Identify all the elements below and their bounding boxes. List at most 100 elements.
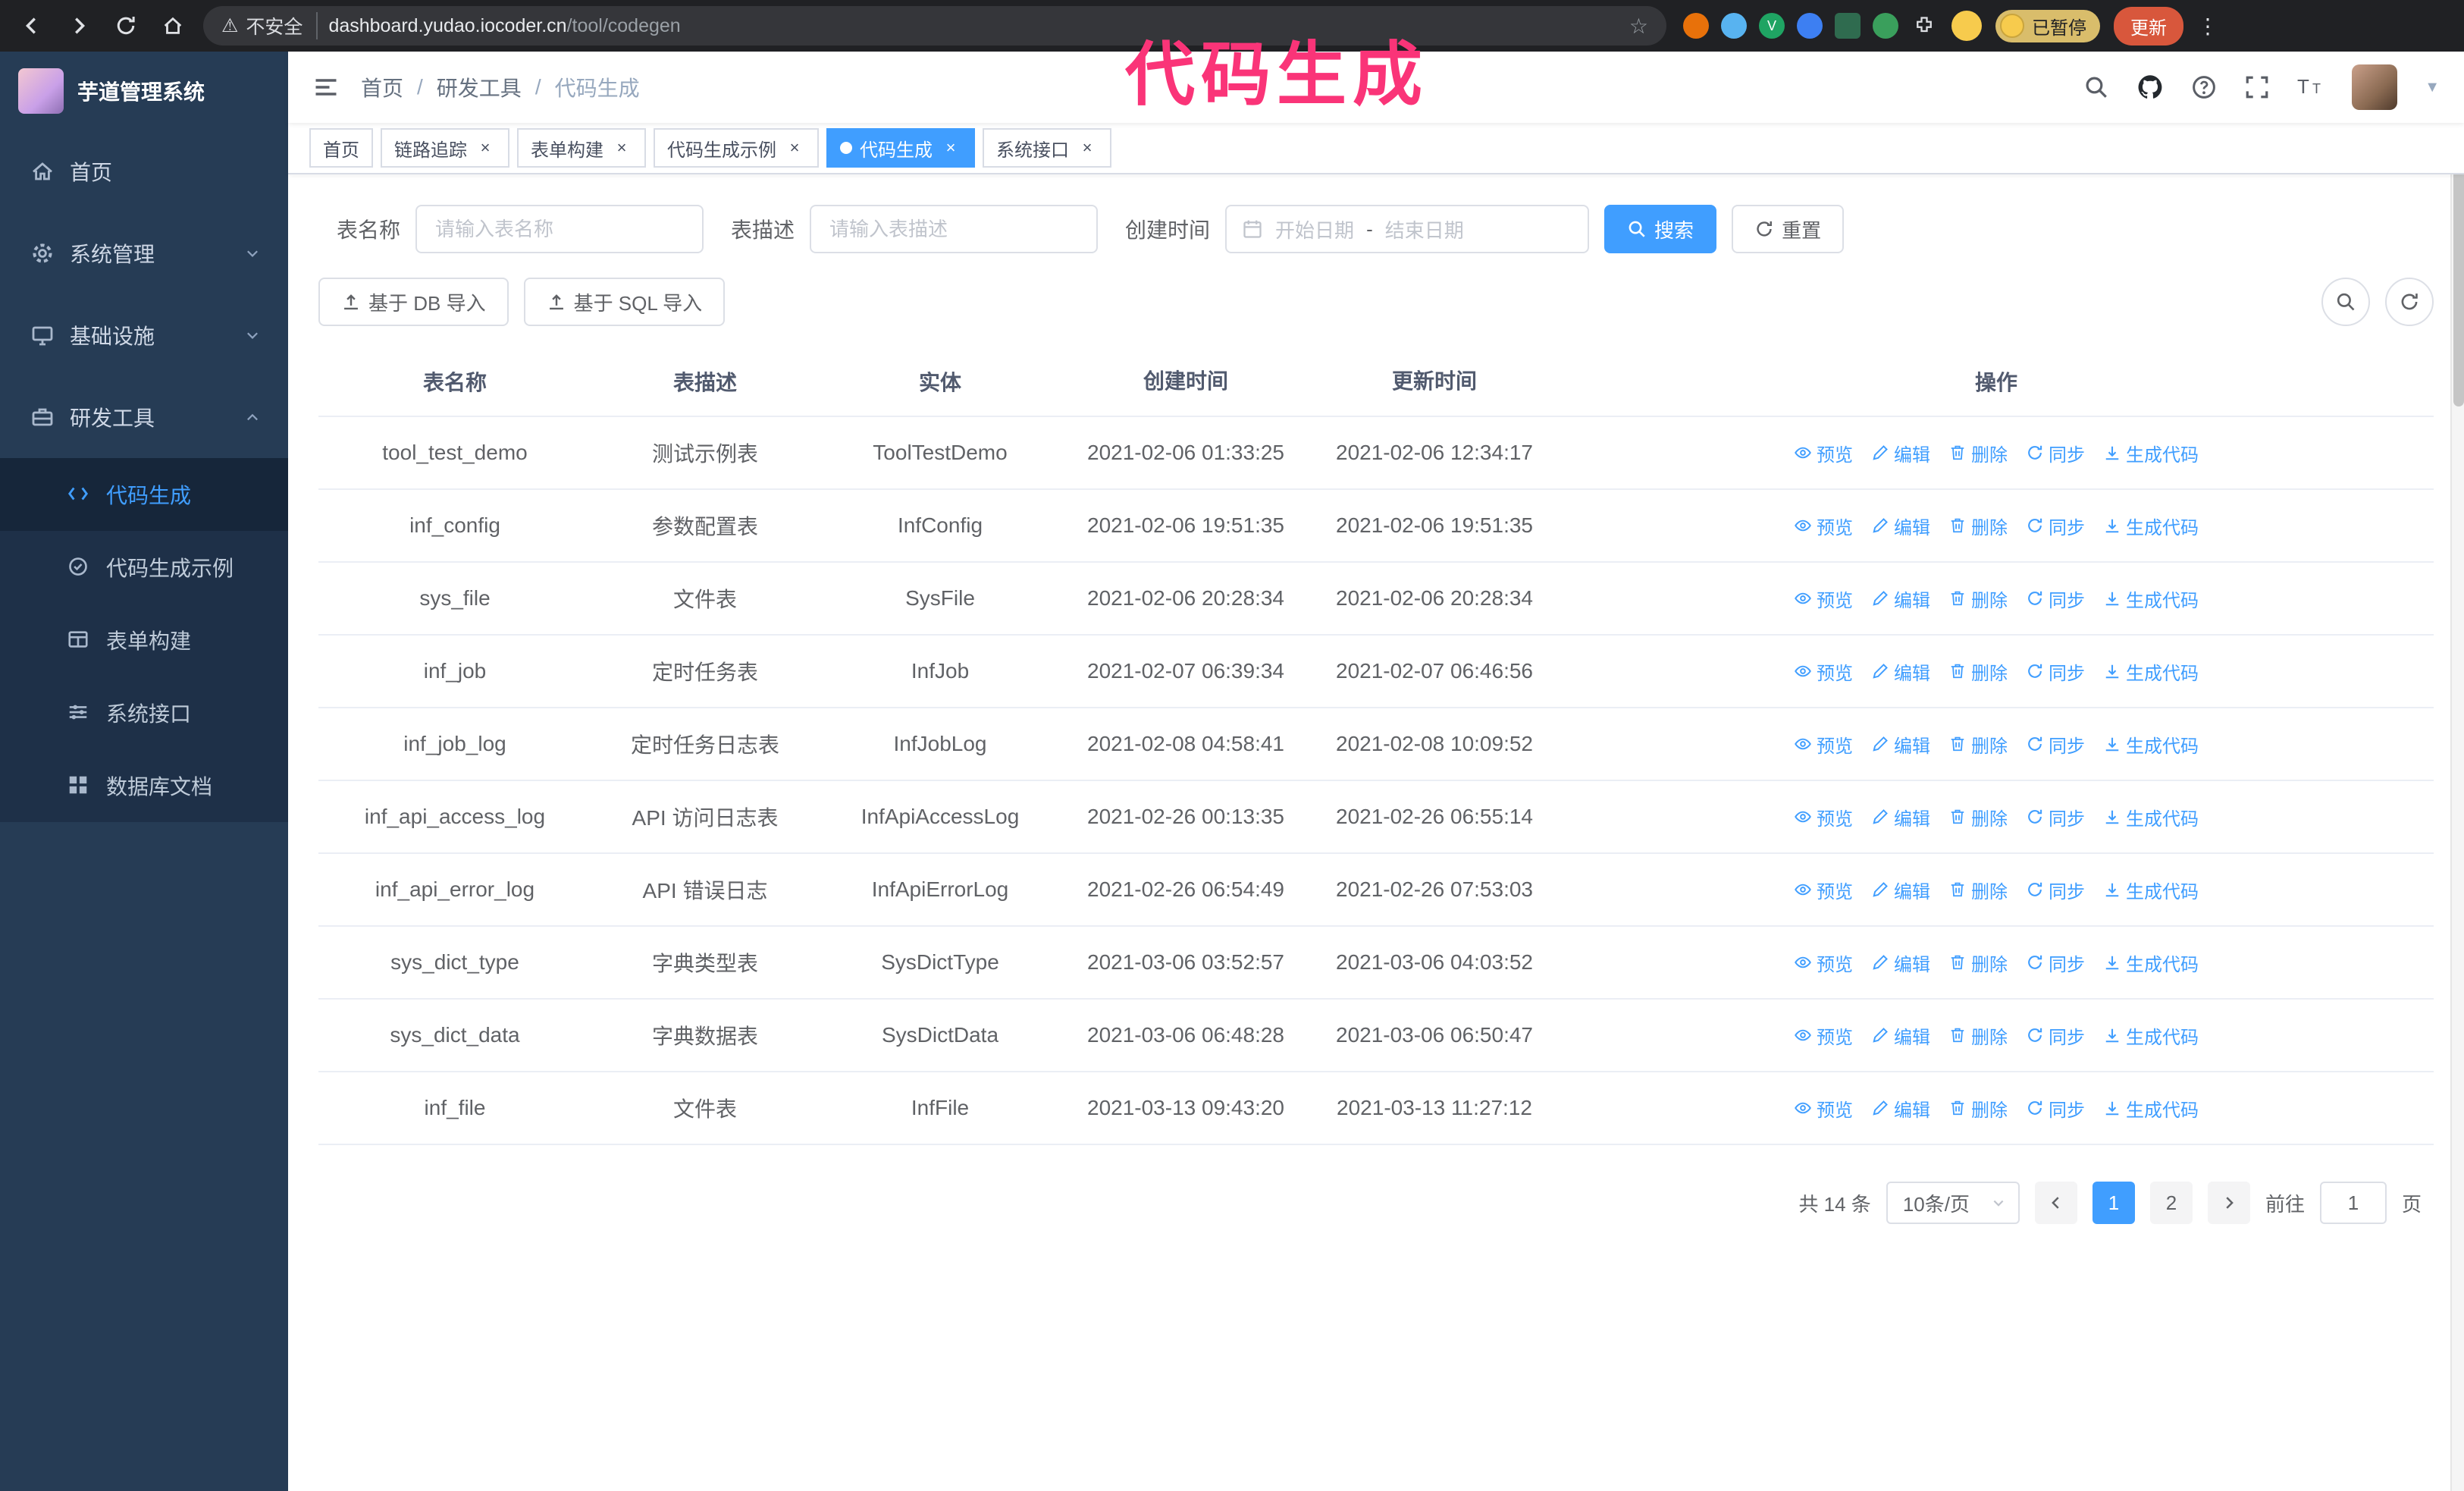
page-button-2[interactable]: 2 [2149, 1182, 2193, 1224]
sidebar-item-form-builder[interactable]: 表单构建 [0, 604, 288, 676]
generate-code-link[interactable]: 生成代码 [2103, 877, 2199, 903]
app-logo[interactable]: 芋道管理系统 [0, 52, 288, 130]
delete-link[interactable]: 删除 [1948, 731, 2008, 758]
sync-link[interactable]: 同步 [2026, 513, 2085, 539]
tab-home[interactable]: 首页 [309, 128, 373, 168]
edit-link[interactable]: 编辑 [1871, 658, 1930, 685]
generate-code-link[interactable]: 生成代码 [2103, 731, 2199, 758]
sidebar-item-codegen[interactable]: 代码生成 [0, 458, 288, 531]
sidebar-item-system[interactable]: 系统管理 [0, 212, 288, 294]
delete-link[interactable]: 删除 [1948, 658, 2008, 685]
refresh-table-button[interactable] [2385, 278, 2434, 326]
sync-link[interactable]: 同步 [2026, 1022, 2085, 1049]
close-icon[interactable]: × [611, 137, 632, 159]
close-icon[interactable]: × [1077, 137, 1098, 159]
sync-link[interactable]: 同步 [2026, 950, 2085, 976]
delete-link[interactable]: 删除 [1948, 1095, 2008, 1122]
puzzle-extensions-icon[interactable] [1911, 12, 1938, 39]
delete-link[interactable]: 删除 [1948, 1022, 2008, 1049]
edit-link[interactable]: 编辑 [1871, 440, 1930, 466]
chrome-menu-icon[interactable]: ⋮ [2197, 14, 2218, 39]
edit-link[interactable]: 编辑 [1871, 731, 1930, 758]
tab-system-api[interactable]: 系统接口 × [983, 128, 1111, 168]
reload-icon[interactable] [109, 9, 143, 42]
tab-codegen-example[interactable]: 代码生成示例 × [654, 128, 819, 168]
preview-link[interactable]: 预览 [1794, 804, 1853, 830]
preview-link[interactable]: 预览 [1794, 731, 1853, 758]
sidebar-item-infra[interactable]: 基础设施 [0, 294, 288, 376]
preview-link[interactable]: 预览 [1794, 1022, 1853, 1049]
address-bar[interactable]: ⚠ 不安全 dashboard.yudao.iocoder.cn/tool/co… [203, 6, 1666, 46]
extension-icon-1[interactable] [1683, 13, 1709, 39]
edit-link[interactable]: 编辑 [1871, 877, 1930, 903]
generate-code-link[interactable]: 生成代码 [2103, 513, 2199, 539]
sidebar-item-system-api[interactable]: 系统接口 [0, 676, 288, 749]
hamburger-icon[interactable] [312, 74, 340, 101]
extension-icon-6[interactable] [1873, 13, 1898, 39]
fullscreen-icon[interactable] [2244, 74, 2270, 100]
preview-link[interactable]: 预览 [1794, 950, 1853, 976]
delete-link[interactable]: 删除 [1948, 585, 2008, 612]
sidebar-item-codegen-example[interactable]: 代码生成示例 [0, 531, 288, 604]
table-desc-input[interactable] [810, 205, 1099, 253]
delete-link[interactable]: 删除 [1948, 440, 2008, 466]
generate-code-link[interactable]: 生成代码 [2103, 1095, 2199, 1122]
import-db-button[interactable]: 基于 DB 导入 [318, 278, 509, 326]
sync-link[interactable]: 同步 [2026, 877, 2085, 903]
extension-icon-2[interactable] [1721, 13, 1747, 39]
delete-link[interactable]: 删除 [1948, 513, 2008, 539]
sidebar-item-home[interactable]: 首页 [0, 130, 288, 212]
bookmark-star-icon[interactable]: ☆ [1629, 14, 1648, 39]
preview-link[interactable]: 预览 [1794, 877, 1853, 903]
search-button[interactable]: 搜索 [1604, 205, 1717, 253]
close-icon[interactable]: × [940, 137, 961, 159]
date-range-picker[interactable]: 开始日期 - 结束日期 [1225, 205, 1590, 253]
browser-avatar[interactable] [1951, 11, 1982, 41]
sync-link[interactable]: 同步 [2026, 804, 2085, 830]
generate-code-link[interactable]: 生成代码 [2103, 950, 2199, 976]
toggle-search-button[interactable] [2321, 278, 2370, 326]
delete-link[interactable]: 删除 [1948, 877, 2008, 903]
delete-link[interactable]: 删除 [1948, 950, 2008, 976]
edit-link[interactable]: 编辑 [1871, 804, 1930, 830]
edit-link[interactable]: 编辑 [1871, 1022, 1930, 1049]
generate-code-link[interactable]: 生成代码 [2103, 585, 2199, 612]
sync-link[interactable]: 同步 [2026, 1095, 2085, 1122]
breadcrumb-home[interactable]: 首页 [361, 72, 403, 102]
close-icon[interactable]: × [475, 137, 496, 159]
generate-code-link[interactable]: 生成代码 [2103, 658, 2199, 685]
page-button-1[interactable]: 1 [2092, 1182, 2135, 1224]
tab-trace[interactable]: 链路追踪 × [381, 128, 509, 168]
extension-icon-4[interactable] [1797, 13, 1823, 39]
sync-link[interactable]: 同步 [2026, 585, 2085, 612]
tab-form-builder[interactable]: 表单构建 × [517, 128, 646, 168]
sidebar-item-db-doc[interactable]: 数据库文档 [0, 749, 288, 822]
preview-link[interactable]: 预览 [1794, 513, 1853, 539]
github-icon[interactable] [2136, 74, 2164, 101]
preview-link[interactable]: 预览 [1794, 440, 1853, 466]
font-size-icon[interactable]: TT [2297, 75, 2324, 99]
breadcrumb-devtools[interactable]: 研发工具 [437, 72, 522, 102]
tab-codegen[interactable]: 代码生成 × [826, 128, 975, 168]
prev-page-button[interactable] [2034, 1182, 2077, 1224]
back-icon[interactable] [15, 9, 49, 42]
delete-link[interactable]: 删除 [1948, 804, 2008, 830]
user-avatar[interactable] [2352, 64, 2398, 110]
home-icon[interactable] [156, 9, 190, 42]
preview-link[interactable]: 预览 [1794, 585, 1853, 612]
extension-icon-5[interactable] [1835, 13, 1861, 39]
sync-link[interactable]: 同步 [2026, 731, 2085, 758]
edit-link[interactable]: 编辑 [1871, 950, 1930, 976]
forward-icon[interactable] [62, 9, 96, 42]
sync-paused-chip[interactable]: 已暂停 [1995, 9, 2100, 42]
generate-code-link[interactable]: 生成代码 [2103, 1022, 2199, 1049]
edit-link[interactable]: 编辑 [1871, 585, 1930, 612]
table-name-input[interactable] [415, 205, 704, 253]
search-icon[interactable] [2083, 74, 2109, 100]
avatar-caret-icon[interactable]: ▼ [2425, 79, 2440, 96]
goto-page-input[interactable] [2319, 1182, 2387, 1224]
import-sql-button[interactable]: 基于 SQL 导入 [523, 278, 726, 326]
help-icon[interactable] [2191, 74, 2217, 100]
preview-link[interactable]: 预览 [1794, 658, 1853, 685]
sync-link[interactable]: 同步 [2026, 658, 2085, 685]
